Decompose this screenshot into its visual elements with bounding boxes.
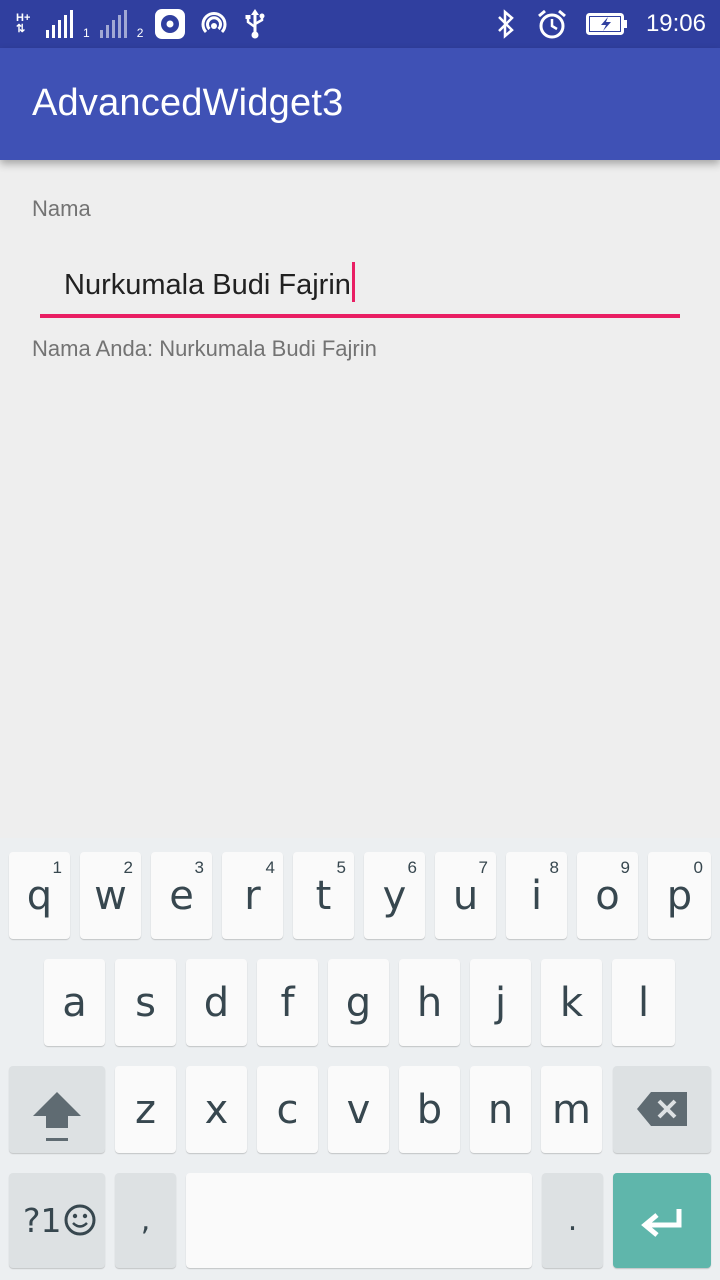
- key-o[interactable]: 9o: [577, 852, 638, 939]
- key-v[interactable]: v: [328, 1066, 389, 1153]
- battery-charging-icon: [585, 13, 627, 35]
- key-c[interactable]: c: [257, 1066, 318, 1153]
- key-a[interactable]: a: [44, 959, 105, 1046]
- music-app-icon: [155, 9, 186, 39]
- soft-keyboard: 1q 2w 3e 4r 5t 6y 7u 8i 9o 0p a s d f g …: [0, 838, 720, 1280]
- enter-arrow-icon: [641, 1209, 682, 1237]
- key-r[interactable]: 4r: [222, 852, 283, 939]
- comma-key[interactable]: ,: [115, 1173, 176, 1268]
- key-j[interactable]: j: [470, 959, 531, 1046]
- key-t[interactable]: 5t: [293, 852, 354, 939]
- key-g[interactable]: g: [328, 959, 389, 1046]
- key-y[interactable]: 6y: [364, 852, 425, 939]
- status-left-icons: H+ ⇅ 1 2: [16, 6, 269, 42]
- key-s[interactable]: s: [115, 959, 176, 1046]
- network-type-indicator: H+ ⇅: [16, 12, 31, 35]
- key-z[interactable]: z: [115, 1066, 176, 1153]
- spacebar[interactable]: [186, 1173, 532, 1268]
- period-key[interactable]: .: [542, 1173, 603, 1268]
- status-bar: H+ ⇅ 1 2 19:06: [0, 0, 720, 48]
- symbols-label: ?1: [23, 1201, 62, 1240]
- emoji-icon: [64, 1204, 96, 1236]
- name-input[interactable]: Nurkumala Budi Fajrin: [40, 250, 680, 318]
- key-u[interactable]: 7u: [435, 852, 496, 939]
- key-k[interactable]: k: [541, 959, 602, 1046]
- input-underline: [40, 314, 680, 318]
- app-title: AdvancedWidget3: [32, 82, 344, 124]
- key-q[interactable]: 1q: [9, 852, 70, 939]
- hotspot-icon: [201, 12, 227, 34]
- key-f[interactable]: f: [257, 959, 318, 1046]
- enter-key[interactable]: [613, 1173, 711, 1268]
- key-n[interactable]: n: [470, 1066, 531, 1153]
- bluetooth-icon: [498, 9, 514, 39]
- sim1-label: 1: [83, 26, 90, 40]
- name-label: Nama: [32, 196, 91, 221]
- key-x[interactable]: x: [186, 1066, 247, 1153]
- usb-icon: [245, 9, 265, 39]
- key-p[interactable]: 0p: [648, 852, 711, 939]
- text-cursor: [351, 262, 355, 302]
- status-clock: 19:06: [645, 10, 706, 37]
- key-d[interactable]: d: [186, 959, 247, 1046]
- key-l[interactable]: l: [612, 959, 675, 1046]
- backspace-key[interactable]: [613, 1066, 711, 1153]
- key-i[interactable]: 8i: [506, 852, 567, 939]
- key-w[interactable]: 2w: [80, 852, 141, 939]
- key-h[interactable]: h: [399, 959, 460, 1046]
- key-m[interactable]: m: [541, 1066, 602, 1153]
- signal-strength-sim2-icon: [99, 10, 127, 38]
- name-result-text: Nama Anda: Nurkumala Budi Fajrin: [32, 336, 377, 361]
- sim2-label: 2: [136, 26, 144, 40]
- symbols-key[interactable]: ?1: [9, 1173, 105, 1268]
- shift-key[interactable]: [9, 1066, 105, 1153]
- shift-arrow-icon: [33, 1092, 81, 1141]
- backspace-icon: [637, 1092, 687, 1126]
- key-e[interactable]: 3e: [151, 852, 212, 939]
- status-right-icons: 19:06: [494, 6, 706, 42]
- name-input-value[interactable]: Nurkumala Budi Fajrin: [64, 262, 355, 302]
- key-b[interactable]: b: [399, 1066, 460, 1153]
- signal-strength-sim1-icon: [46, 10, 73, 38]
- alarm-icon: [537, 9, 566, 39]
- app-bar: AdvancedWidget3: [0, 48, 720, 160]
